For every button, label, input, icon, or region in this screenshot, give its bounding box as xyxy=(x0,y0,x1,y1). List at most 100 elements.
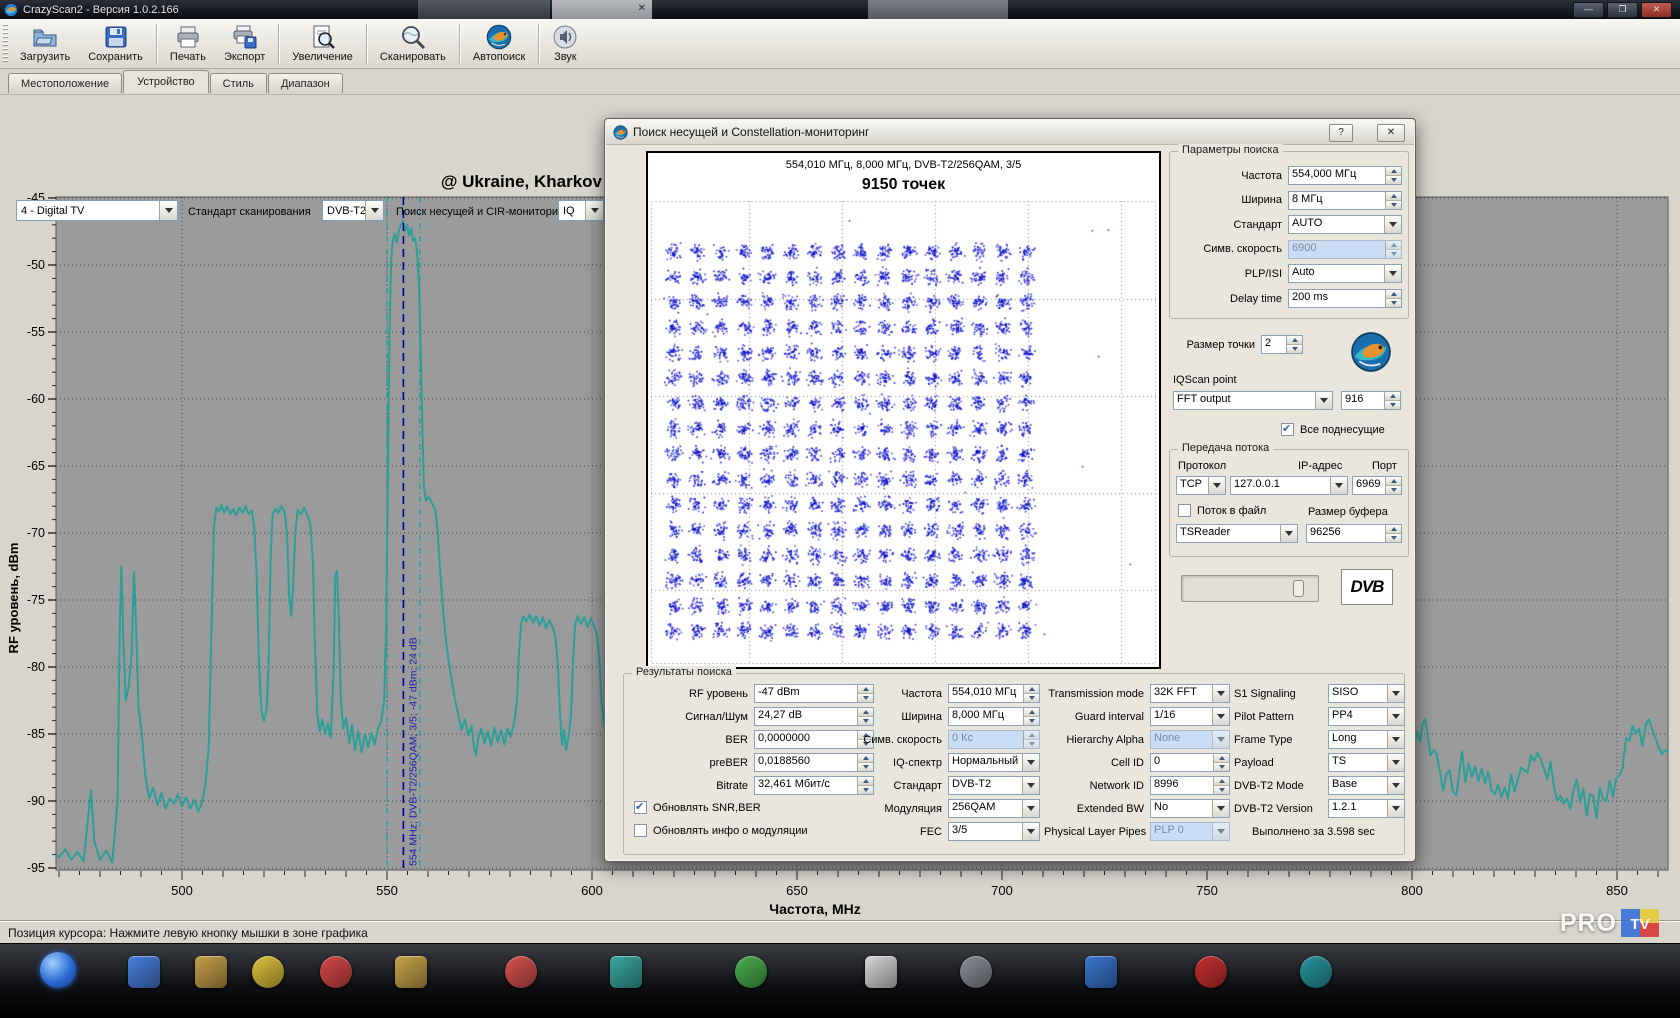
taskbar-app-icon[interactable] xyxy=(1085,956,1117,988)
carrier-mode-select[interactable]: IQ xyxy=(558,200,604,221)
result-c3-field-6[interactable]: PLP 0 xyxy=(1150,822,1230,841)
minimize-button[interactable]: — xyxy=(1573,2,1604,18)
chevron-down-icon[interactable] xyxy=(1212,823,1229,840)
dialog-close-button[interactable]: ✕ xyxy=(1377,124,1405,142)
port-field[interactable]: 6969 xyxy=(1352,476,1402,495)
param-field-0[interactable]: 554,000 МГц xyxy=(1288,166,1402,185)
chevron-down-icon[interactable] xyxy=(1387,800,1404,817)
scan-standard-select[interactable]: DVB-T2 xyxy=(322,200,384,221)
iqscan-point-select[interactable]: FFT output xyxy=(1173,391,1333,410)
result-c2-field-3[interactable]: Нормальный xyxy=(948,753,1040,772)
chevron-down-icon[interactable] xyxy=(585,201,603,220)
constellation-plot[interactable] xyxy=(651,201,1156,664)
start-button[interactable] xyxy=(40,952,76,988)
taskbar-app-icon[interactable] xyxy=(735,956,767,988)
toolbar-grip[interactable] xyxy=(3,24,8,64)
result-c2-field-0[interactable]: 554,010 МГц xyxy=(948,684,1040,703)
result-c3-field-1[interactable]: 1/16 xyxy=(1150,707,1230,726)
chevron-down-icon[interactable] xyxy=(1212,800,1229,817)
tab-location[interactable]: Местоположение xyxy=(8,73,122,93)
taskbar-app-icon[interactable] xyxy=(320,956,352,988)
chevron-down-icon[interactable] xyxy=(1387,708,1404,725)
chevron-down-icon[interactable] xyxy=(1280,525,1297,542)
update-snr-checkbox[interactable]: Обновлять SNR,BER xyxy=(634,801,761,814)
chevron-down-icon[interactable] xyxy=(1384,265,1401,282)
tab-style[interactable]: Стиль xyxy=(210,73,267,93)
sound-button[interactable]: Звук xyxy=(543,20,587,68)
autosearch-button[interactable]: Автопоиск xyxy=(464,20,535,68)
result-c4-field-1[interactable]: PP4 xyxy=(1328,707,1405,726)
spinner-buttons[interactable] xyxy=(1385,167,1401,184)
result-c3-field-3[interactable]: 0 xyxy=(1150,753,1230,772)
result-c4-field-5[interactable]: 1.2.1 xyxy=(1328,799,1405,818)
taskbar-app-icon[interactable] xyxy=(960,956,992,988)
chevron-down-icon[interactable] xyxy=(1022,823,1039,840)
chevron-down-icon[interactable] xyxy=(1387,754,1404,771)
result-c3-field-5[interactable]: No xyxy=(1150,799,1230,818)
chevron-down-icon[interactable] xyxy=(159,201,177,220)
result-c4-field-2[interactable]: Long xyxy=(1328,730,1405,749)
chevron-down-icon[interactable] xyxy=(1212,708,1229,725)
result-c2-field-4[interactable]: DVB-T2 xyxy=(948,776,1040,795)
chevron-down-icon[interactable] xyxy=(1022,777,1039,794)
taskbar-app-icon[interactable] xyxy=(195,956,227,988)
chevron-down-icon[interactable] xyxy=(1212,685,1229,702)
spinner-buttons[interactable] xyxy=(1023,685,1039,702)
reader-select[interactable]: TSReader xyxy=(1176,524,1298,543)
chevron-down-icon[interactable] xyxy=(1022,754,1039,771)
all-subcarriers-checkbox[interactable]: Все поднесущие xyxy=(1281,423,1385,436)
spin-up[interactable] xyxy=(1386,477,1401,485)
iqscan-carrier-field[interactable]: 916 xyxy=(1341,391,1401,410)
taskbar-app-icon[interactable] xyxy=(1300,956,1332,988)
zoom-button[interactable]: Увеличение xyxy=(283,20,362,68)
spinner-buttons[interactable] xyxy=(1384,392,1400,409)
spinner-buttons[interactable] xyxy=(1023,731,1039,748)
spin-down[interactable] xyxy=(1386,485,1401,494)
result-c3-field-2[interactable]: None xyxy=(1150,730,1230,749)
export-button[interactable]: Экспорт xyxy=(215,20,274,68)
result-c2-field-6[interactable]: 3/5 xyxy=(948,822,1040,841)
ip-address-select[interactable]: 127.0.0.1 xyxy=(1230,476,1348,495)
chevron-down-icon[interactable] xyxy=(1384,216,1401,233)
chevron-down-icon[interactable] xyxy=(1212,731,1229,748)
help-button[interactable]: ? xyxy=(1329,124,1353,142)
load-button[interactable]: Загрузить xyxy=(11,20,79,68)
taskbar-app-icon[interactable] xyxy=(505,956,537,988)
taskbar-app-icon[interactable] xyxy=(252,956,284,988)
chevron-down-icon[interactable] xyxy=(365,201,383,220)
taskbar-app-icon[interactable] xyxy=(395,956,427,988)
print-button[interactable]: Печать xyxy=(161,20,215,68)
param-field-2[interactable]: AUTO xyxy=(1288,215,1402,234)
spinner-buttons[interactable] xyxy=(1385,192,1401,209)
point-size-field[interactable]: 2 xyxy=(1261,335,1303,354)
param-field-1[interactable]: 8 МГц xyxy=(1288,191,1402,210)
scan-button[interactable]: Сканировать xyxy=(371,20,455,68)
result-c3-field-4[interactable]: 8996 xyxy=(1150,776,1230,795)
chevron-down-icon[interactable] xyxy=(1022,800,1039,817)
result-c4-field-4[interactable]: Base xyxy=(1328,776,1405,795)
spinner-buttons[interactable] xyxy=(1023,708,1039,725)
chevron-down-icon[interactable] xyxy=(1387,685,1404,702)
chevron-down-icon[interactable] xyxy=(1208,477,1225,494)
result-c4-field-3[interactable]: TS xyxy=(1328,753,1405,772)
spinner-buttons[interactable] xyxy=(1213,777,1229,794)
result-c2-field-5[interactable]: 256QAM xyxy=(948,799,1040,818)
result-c3-field-0[interactable]: 32K FFT xyxy=(1150,684,1230,703)
close-button[interactable]: ✕ xyxy=(1641,2,1672,18)
spinner-buttons[interactable] xyxy=(1385,241,1401,258)
param-field-5[interactable]: 200 ms xyxy=(1288,289,1402,308)
spinner-buttons[interactable] xyxy=(1385,290,1401,307)
tab-device[interactable]: Устройство xyxy=(123,70,209,93)
buffer-size-field[interactable]: 96256 xyxy=(1306,524,1402,543)
stream-to-file-checkbox[interactable]: Поток в файл xyxy=(1178,504,1266,517)
result-c2-field-2[interactable]: 0 Кс xyxy=(948,730,1040,749)
taskbar-app-icon[interactable] xyxy=(1195,956,1227,988)
taskbar-app-icon[interactable] xyxy=(128,956,160,988)
spin-up[interactable] xyxy=(1386,525,1401,533)
chevron-down-icon[interactable] xyxy=(1315,392,1332,409)
result-c4-field-0[interactable]: SISO xyxy=(1328,684,1405,703)
protocol-select[interactable]: TCP xyxy=(1176,476,1226,495)
taskbar-app-icon[interactable] xyxy=(865,956,897,988)
chevron-down-icon[interactable] xyxy=(1330,477,1347,494)
result-c2-field-1[interactable]: 8,000 МГц xyxy=(948,707,1040,726)
